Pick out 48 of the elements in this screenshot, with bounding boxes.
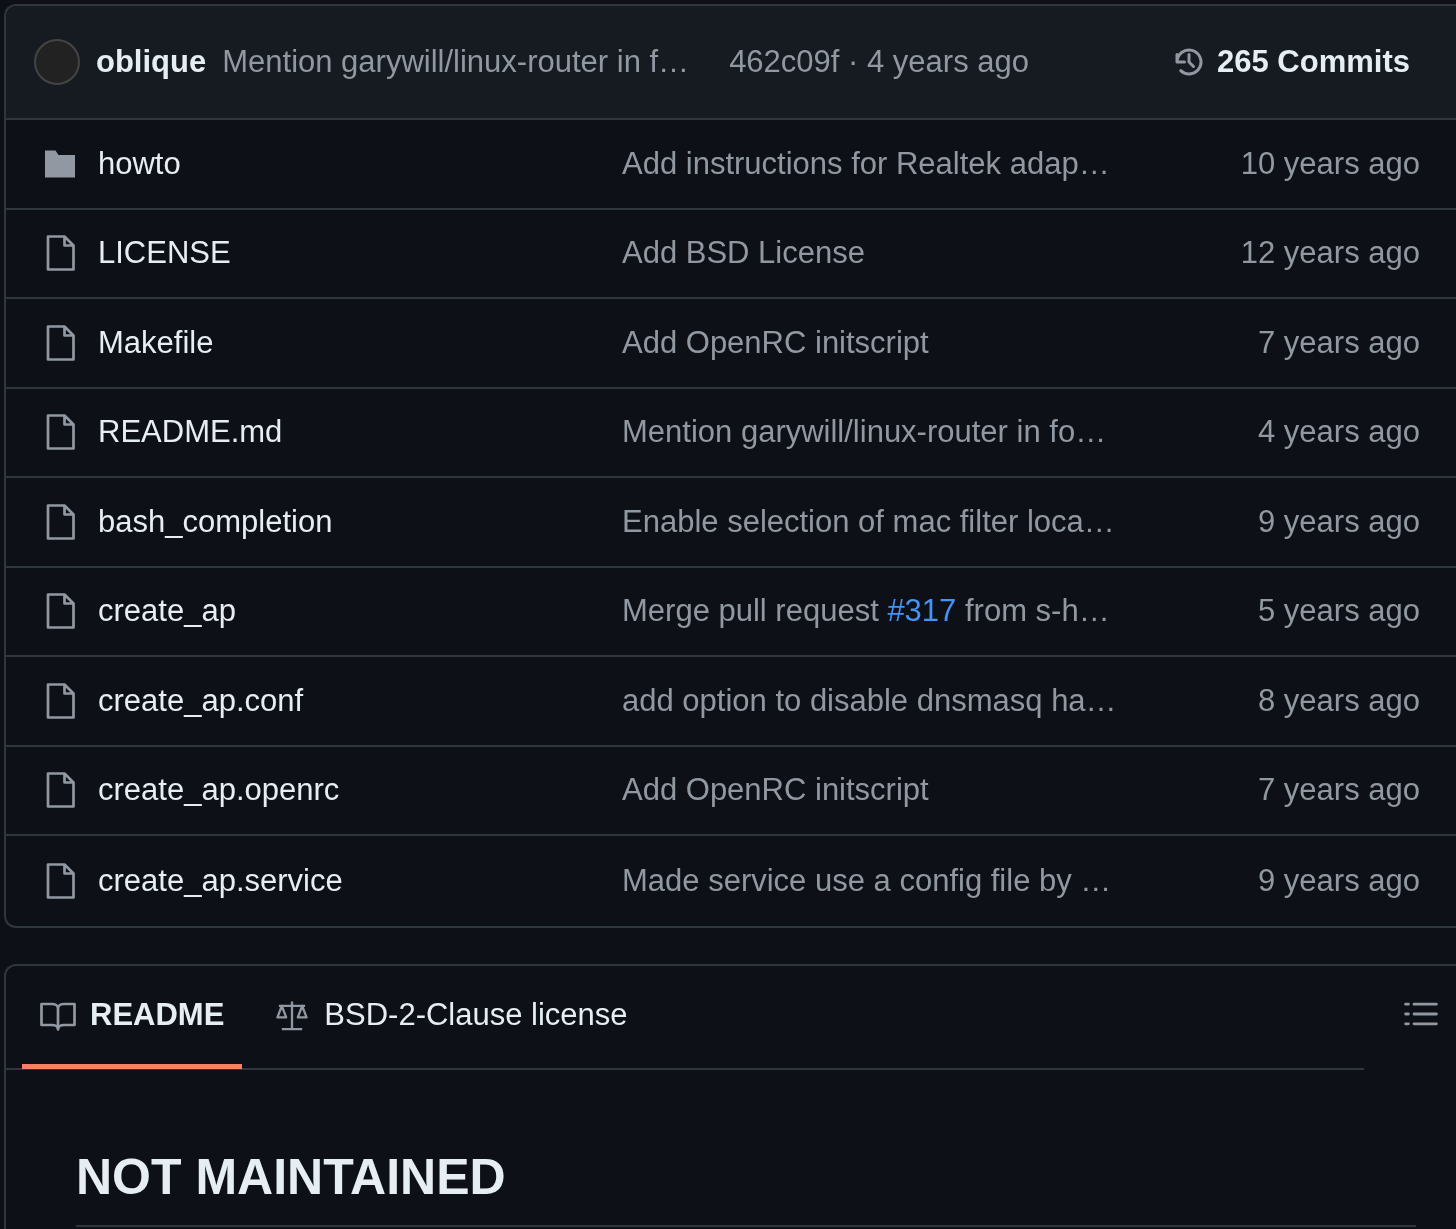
folder-name-link[interactable]: howto <box>98 145 181 181</box>
folder-icon <box>42 148 78 179</box>
file-name-link[interactable]: create_ap <box>98 593 236 628</box>
file-icon <box>45 772 75 809</box>
file-name-link[interactable]: Makefile <box>98 324 214 360</box>
commit-message: Add BSD License <box>622 234 865 272</box>
commit-message: Mention garywill/linux-router in fo… <box>622 413 1107 451</box>
commits-count[interactable]: 265 Commits <box>1217 38 1410 86</box>
file-name-link[interactable]: create_ap.service <box>98 862 343 898</box>
commit-time: 9 years ago <box>1258 502 1420 541</box>
avatar <box>34 39 80 85</box>
commit-message: Add OpenRC initscript <box>622 323 929 362</box>
commit-time: 7 years ago <box>1258 323 1420 362</box>
commit-message: Merge pull request #317 from s-h… <box>622 592 1110 630</box>
readme-tab[interactable]: README <box>22 967 243 1069</box>
commit-message: Add instructions for Realtek adap… <box>622 144 1110 183</box>
file-name-link[interactable]: LICENSE <box>98 235 231 270</box>
file-name-link[interactable]: create_ap.conf <box>98 682 304 718</box>
file-icon <box>45 235 75 272</box>
file-icon <box>45 414 75 451</box>
readme-heading: NOT MAINTAINED <box>76 1139 1416 1227</box>
file-name-link[interactable]: README.md <box>98 414 283 449</box>
commit-sha-time: 462c09f · 4 years ago <box>729 42 1029 81</box>
commit-time: 7 years ago <box>1258 771 1420 809</box>
commit-time: 5 years ago <box>1258 592 1420 630</box>
commits-link[interactable]: 265 Commits <box>1171 38 1410 86</box>
pull-request-link[interactable]: #317 <box>887 593 957 628</box>
commit-time: 10 years ago <box>1240 144 1420 183</box>
commit-message: Enable selection of mac filter loca… <box>622 502 1115 541</box>
file-icon <box>45 503 75 540</box>
commit-message: add option to disable dnsmasq ha… <box>622 681 1117 720</box>
commit-time: 8 years ago <box>1258 681 1420 720</box>
book-icon <box>40 1000 76 1031</box>
readme-tab[interactable]: BSD-2-Clause license <box>256 967 646 1069</box>
commit-time: 9 years ago <box>1258 861 1420 900</box>
file-icon <box>45 682 75 719</box>
file-name-link[interactable]: create_ap.openrc <box>98 772 340 807</box>
file-icon <box>45 862 75 899</box>
file-icon <box>45 593 75 630</box>
commit-author-link[interactable]: oblique <box>96 38 207 86</box>
commit-message: Add OpenRC initscript <box>622 771 929 809</box>
commit-time: 12 years ago <box>1240 234 1420 272</box>
commit-message: Made service use a config file by … <box>622 861 1112 900</box>
file-icon <box>45 324 75 361</box>
file-name-link[interactable]: bash_completion <box>98 503 333 539</box>
commit-time: 4 years ago <box>1258 413 1420 451</box>
commit-message-link[interactable]: Mention garywill/linux-router in f… <box>222 38 690 86</box>
scale-icon <box>274 999 311 1032</box>
